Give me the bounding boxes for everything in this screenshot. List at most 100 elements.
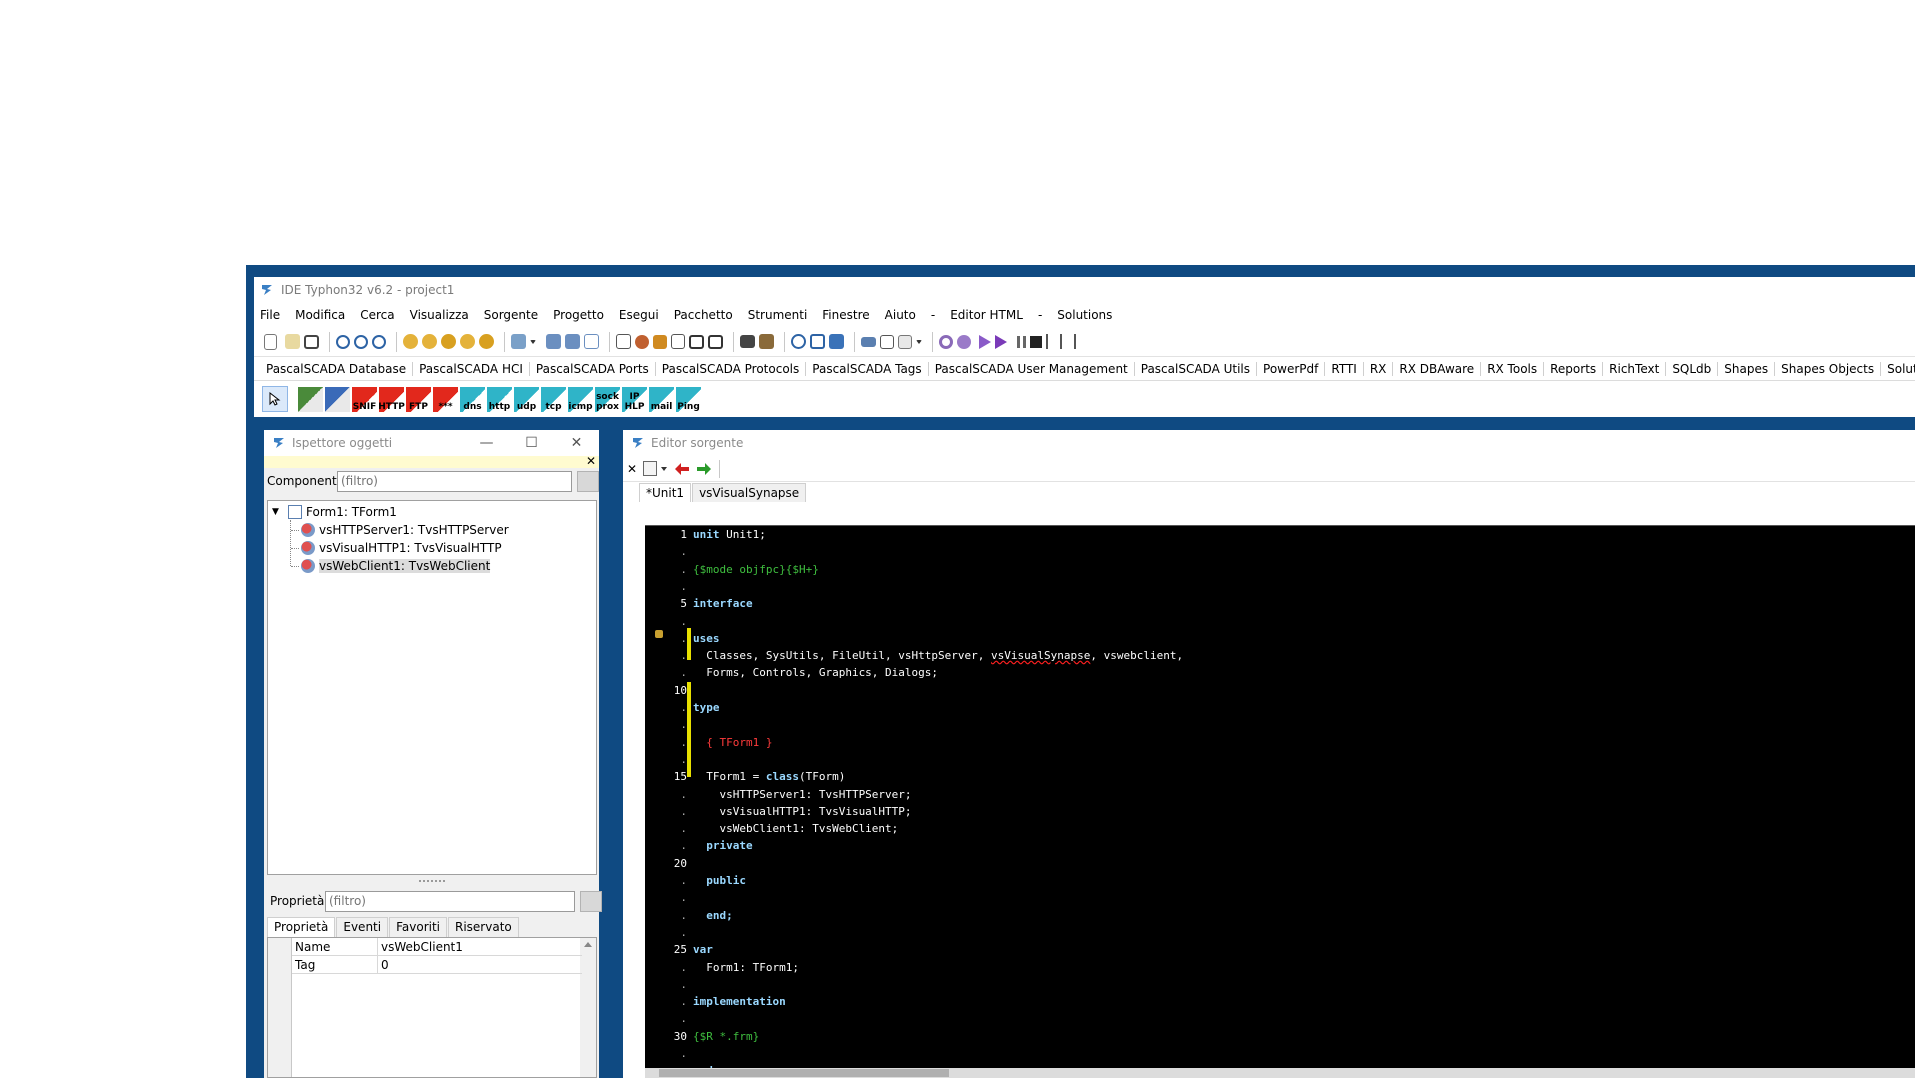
dropdown-arrow-icon[interactable] [661, 466, 668, 471]
scroll-up-icon[interactable] [584, 942, 592, 947]
palette-tab[interactable]: RichText [1603, 361, 1667, 376]
tree-node[interactable]: vsWebClient1: TvsWebClient [291, 557, 491, 575]
palette-tab[interactable]: Reports [1544, 361, 1604, 376]
palette-component-icon[interactable]: HTTP [378, 386, 405, 412]
editor-tab[interactable]: *Unit1 [639, 483, 692, 502]
palette-tab[interactable]: PascalSCADA Ports [530, 361, 656, 376]
menu-item-4[interactable]: Sorgente [484, 308, 538, 322]
collapse-icon[interactable]: ▼ [272, 507, 282, 517]
pause-icon[interactable] [1017, 335, 1026, 348]
find-in-files-icon[interactable] [354, 334, 368, 349]
palette-tab[interactable]: RTTI [1325, 361, 1364, 376]
palette-component-icon[interactable]: http [487, 386, 512, 412]
code-editor[interactable]: 1...5....10....15....20....25....30..33 … [645, 525, 1915, 1078]
run-icon[interactable] [979, 334, 991, 349]
scissors-icon[interactable] [880, 334, 894, 349]
save-all-icon[interactable] [565, 334, 580, 349]
tree-root-node[interactable]: ▼ Form1: TForm1 [272, 503, 397, 521]
maximize-icon[interactable]: ☐ [509, 435, 554, 451]
property-row[interactable]: Tag 0 [292, 956, 582, 974]
step-over-icon[interactable] [1060, 334, 1070, 349]
scrollbar-thumb[interactable] [659, 1069, 949, 1077]
tree-node[interactable]: vsVisualHTTP1: TvsVisualHTTP [291, 539, 502, 557]
minimize-icon[interactable]: — [464, 435, 509, 451]
editor-horizontal-scrollbar[interactable] [645, 1068, 1915, 1078]
menu-item-5[interactable]: Progetto [553, 308, 604, 322]
palette-component-icon[interactable]: icmp [568, 386, 593, 412]
stop-icon[interactable] [1030, 335, 1042, 348]
palette-tab[interactable]: PascalSCADA Tags [806, 361, 929, 376]
palette-component-icon[interactable]: *** [433, 386, 458, 412]
run-without-debug-icon[interactable] [995, 334, 1007, 349]
palette-component-icon[interactable]: Ping [676, 386, 701, 412]
palette-component-icon[interactable]: SNIF [352, 386, 377, 412]
menu-item-13[interactable]: - [1038, 308, 1042, 322]
menu-item-9[interactable]: Finestre [822, 308, 869, 322]
build-all-icon[interactable] [957, 334, 971, 349]
palette-tab[interactable]: PascalSCADA Utils [1135, 361, 1258, 376]
refresh-icon[interactable] [708, 334, 723, 349]
palette-component-icon[interactable]: tcp [541, 386, 566, 412]
palette-component-icon[interactable]: mail [649, 386, 674, 412]
editor-menu-icon[interactable] [643, 461, 658, 476]
palette-component-icon[interactable]: udp [514, 386, 539, 412]
inspector-tab[interactable]: Eventi [336, 917, 389, 937]
menu-item-1[interactable]: Modifica [295, 308, 345, 322]
palette-tab[interactable]: PowerPdf [1257, 361, 1326, 376]
new-file-icon[interactable] [264, 333, 277, 350]
editor-tab[interactable]: vsVisualSynapse [692, 483, 807, 502]
menu-item-14[interactable]: Solutions [1057, 308, 1112, 322]
view-toggle-icon[interactable] [671, 334, 685, 349]
menu-item-11[interactable]: - [931, 308, 935, 322]
property-grid-scrollbar[interactable] [580, 938, 596, 1077]
step-out-icon[interactable] [1074, 334, 1084, 349]
property-row[interactable]: Name vsWebClient1 [292, 938, 582, 956]
menu-item-0[interactable]: File [260, 308, 280, 322]
menu-item-7[interactable]: Pacchetto [674, 308, 733, 322]
menu-item-8[interactable]: Strumenti [748, 308, 808, 322]
inspector-tab[interactable]: Favoriti [389, 917, 447, 937]
debug-windows-icon[interactable] [791, 334, 806, 349]
new-form-icon[interactable] [304, 334, 319, 349]
close-icon[interactable]: ✕ [554, 435, 599, 451]
menu-item-6[interactable]: Esegui [619, 308, 659, 322]
component-palette-icon[interactable] [740, 335, 755, 348]
project-inspector-icon[interactable] [422, 334, 437, 349]
menu-item-2[interactable]: Cerca [360, 308, 394, 322]
view-units-icon[interactable] [635, 334, 649, 349]
dropdown-arrow-icon[interactable] [530, 339, 536, 344]
build-mode-icon[interactable] [898, 334, 912, 349]
palette-tab[interactable]: RX DBAware [1393, 361, 1482, 376]
clear-filter-icon[interactable] [577, 470, 599, 492]
add-to-project-icon[interactable] [479, 334, 494, 349]
property-value[interactable]: 0 [378, 956, 389, 973]
step-into-icon[interactable] [1046, 334, 1056, 349]
palette-tab[interactable]: RX Tools [1481, 361, 1545, 376]
dropdown-arrow-icon[interactable] [916, 339, 922, 344]
close-file-icon[interactable] [584, 334, 599, 349]
breakpoints-icon[interactable] [829, 334, 844, 349]
jump-forward-icon[interactable] [697, 462, 712, 475]
cut-icon[interactable] [861, 336, 876, 347]
view-forms-icon[interactable] [653, 334, 667, 349]
palette-tab[interactable]: Shapes [1718, 361, 1776, 376]
components-filter-input[interactable] [337, 470, 572, 492]
palette-component-icon[interactable] [325, 386, 350, 412]
palette-component-icon[interactable]: FTP [406, 386, 431, 412]
tree-node[interactable]: vsHTTPServer1: TvsHTTPServer [291, 521, 509, 539]
jump-back-icon[interactable] [675, 462, 690, 475]
properties-filter-input[interactable] [325, 890, 575, 912]
palette-tab[interactable]: PascalSCADA Protocols [656, 361, 807, 376]
menu-item-12[interactable]: Editor HTML [950, 308, 1023, 322]
find-next-icon[interactable] [372, 334, 386, 349]
palette-tab[interactable]: PascalSCADA User Management [929, 361, 1135, 376]
palette-component-icon[interactable]: dns [460, 386, 485, 412]
property-value[interactable]: vsWebClient1 [378, 938, 463, 955]
open-file-icon[interactable] [511, 334, 526, 349]
open-project-icon[interactable] [403, 334, 418, 349]
project-options-icon[interactable] [460, 334, 475, 349]
palette-tab[interactable]: RX [1364, 361, 1394, 376]
palette-tab[interactable]: SQLdb [1666, 361, 1719, 376]
close-hint-icon[interactable]: ✕ [586, 454, 596, 468]
save-icon[interactable] [546, 334, 561, 349]
